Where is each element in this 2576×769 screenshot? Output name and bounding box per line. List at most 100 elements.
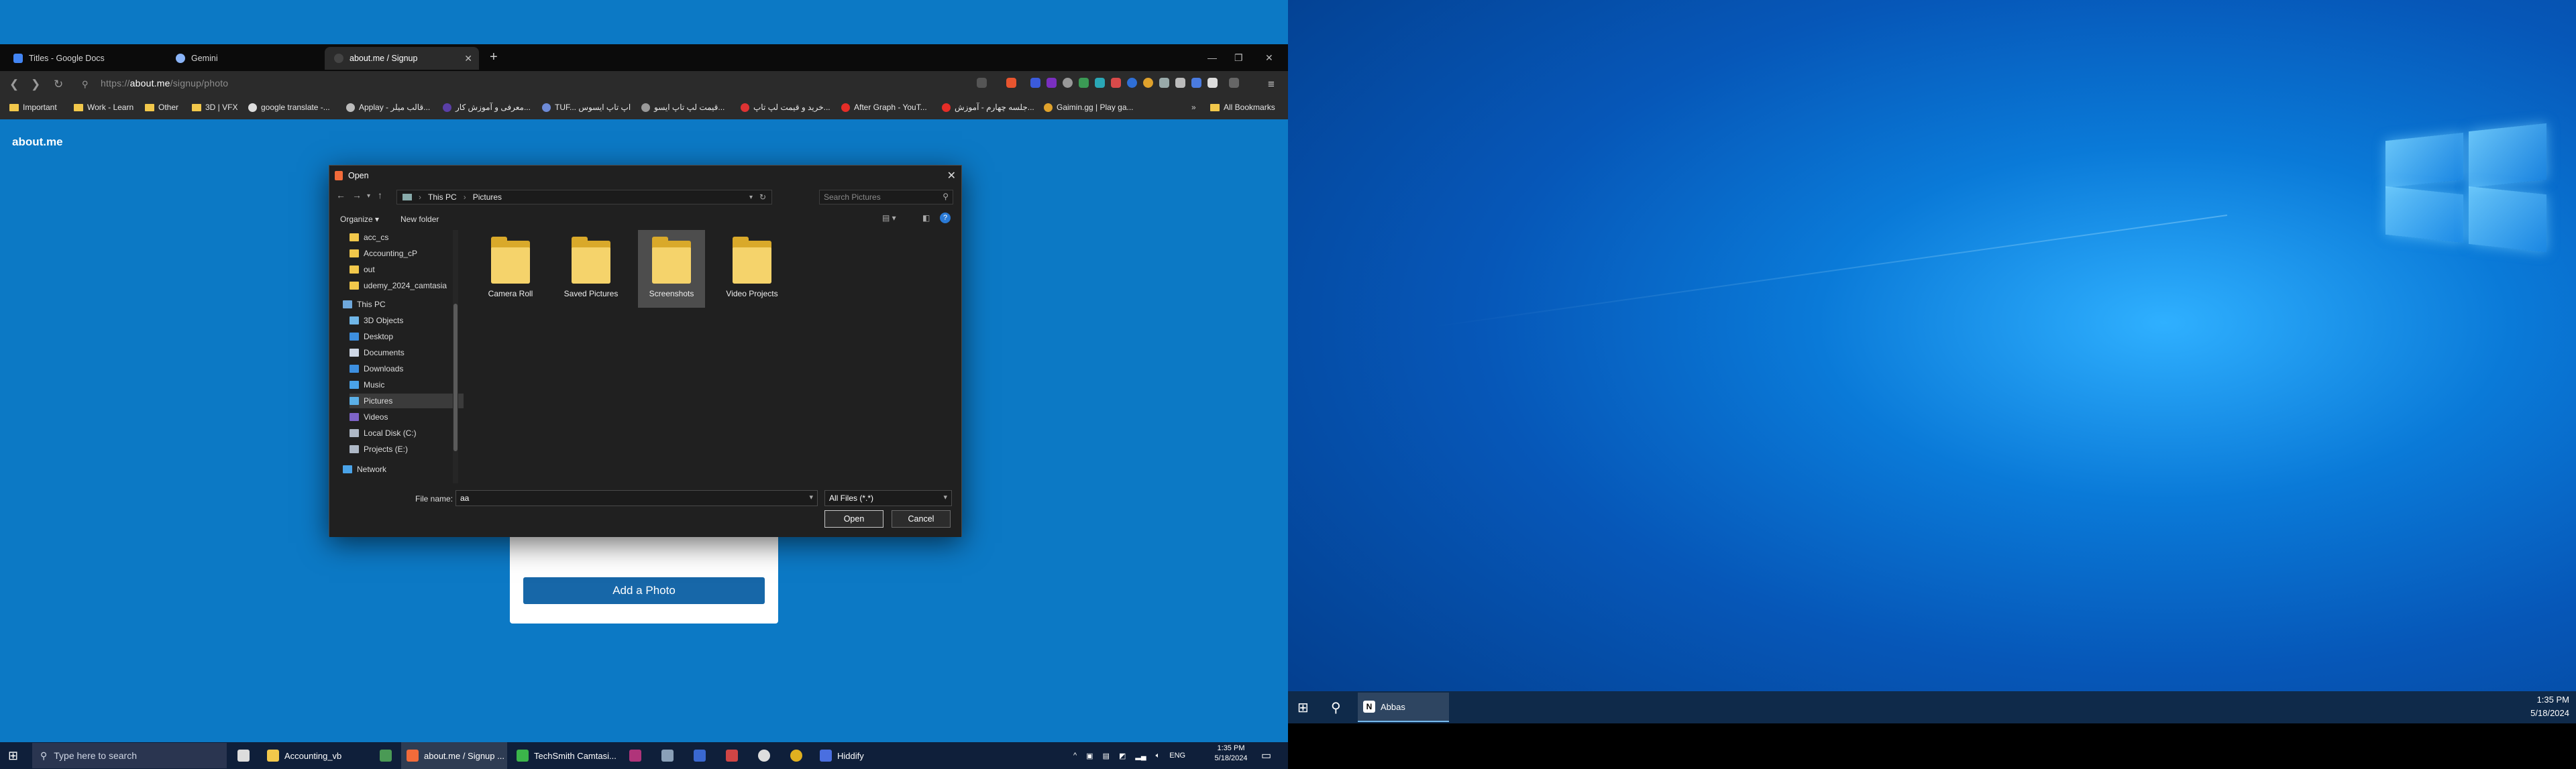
- extension-icon[interactable]: [1159, 78, 1169, 88]
- bookmark-link[interactable]: google translate -...: [248, 103, 330, 112]
- bookmark-link[interactable]: After Graph - YouT...: [841, 103, 927, 112]
- taskbar-app[interactable]: [656, 742, 679, 769]
- extension-icon[interactable]: [1030, 78, 1040, 88]
- tab-google-docs[interactable]: Titles - Google Docs: [4, 47, 158, 70]
- bookmark-link[interactable]: TUF... اپ تاپ ایسوس: [542, 103, 631, 112]
- taskbar-item[interactable]: Accounting_vb: [262, 742, 382, 769]
- scrollbar-thumb[interactable]: [453, 304, 458, 451]
- new-folder-button[interactable]: New folder: [400, 215, 439, 224]
- all-bookmarks[interactable]: All Bookmarks: [1210, 103, 1275, 112]
- tree-item[interactable]: Projects (E:): [350, 442, 464, 457]
- bookmark-link[interactable]: قیمت لپ تاپ ایسو...: [641, 103, 724, 112]
- extension-icon[interactable]: [1095, 78, 1105, 88]
- view-options-icon[interactable]: ▤ ▾: [882, 213, 896, 223]
- tree-item[interactable]: Music: [350, 377, 464, 392]
- bookmark-link[interactable]: خرید و قیمت لپ تاپ...: [741, 103, 830, 112]
- extension-icon[interactable]: [1208, 78, 1218, 88]
- extension-icon[interactable]: [1143, 78, 1153, 88]
- refresh-icon[interactable]: ↻: [759, 192, 766, 202]
- recent-locations-icon[interactable]: ▾: [367, 192, 370, 200]
- help-icon[interactable]: ?: [940, 213, 951, 223]
- extension-icon[interactable]: [1175, 78, 1185, 88]
- chevron-down-icon[interactable]: ▾: [749, 194, 753, 201]
- taskbar-item-browser[interactable]: about.me / Signup ...: [401, 742, 507, 769]
- navigation-scrollbar[interactable]: [453, 230, 458, 483]
- open-button[interactable]: Open: [824, 510, 883, 528]
- taskbar-app[interactable]: [753, 742, 775, 769]
- close-icon[interactable]: ✕: [947, 169, 956, 182]
- up-icon[interactable]: ↑: [378, 190, 382, 200]
- tree-item[interactable]: out: [350, 262, 464, 277]
- bookmark-link[interactable]: Gaimin.gg | Play ga...: [1044, 103, 1134, 112]
- tree-item[interactable]: Videos: [350, 410, 464, 424]
- brave-shield-icon[interactable]: [1006, 78, 1016, 88]
- maximize-button[interactable]: ❐: [1234, 52, 1243, 64]
- taskbar-search[interactable]: ⚲ Type here to search: [32, 743, 227, 768]
- breadcrumb[interactable]: › This PC › Pictures ▾ ↻: [396, 190, 772, 204]
- bookmark-folder[interactable]: Other: [145, 103, 178, 112]
- file-type-select[interactable]: All Files (*.*) ▾: [824, 490, 952, 506]
- extension-icon[interactable]: [1079, 78, 1089, 88]
- taskbar-app[interactable]: [624, 742, 647, 769]
- tray-app-icon[interactable]: ▣: [1086, 752, 1093, 760]
- tree-item[interactable]: 3D Objects: [350, 313, 464, 328]
- start-button[interactable]: ⊞: [1292, 694, 1314, 721]
- add-photo-button[interactable]: Add a Photo: [523, 577, 765, 604]
- folder-item-selected[interactable]: Screenshots: [638, 230, 705, 308]
- taskbar-item[interactable]: TechSmith Camtasi...: [511, 742, 619, 769]
- extension-icon[interactable]: [1127, 78, 1137, 88]
- bookmark-link[interactable]: جلسه چهارم - آموزش...: [942, 103, 1034, 112]
- file-name-input[interactable]: aa ▾: [455, 490, 818, 506]
- folder-item[interactable]: Camera Roll: [477, 230, 544, 308]
- tab-gemini[interactable]: Gemini: [166, 47, 321, 70]
- taskbar-item-notion[interactable]: N Abbas: [1358, 693, 1449, 722]
- tray-expand-icon[interactable]: ^: [1073, 752, 1077, 760]
- language-indicator[interactable]: ENG: [1169, 752, 1185, 760]
- bookmark-folder[interactable]: Important: [9, 103, 57, 112]
- forward-icon[interactable]: ❯: [31, 78, 40, 91]
- extension-icon[interactable]: [1191, 78, 1201, 88]
- close-tab-icon[interactable]: ✕: [464, 53, 472, 64]
- taskbar-clock[interactable]: 1:35 PM 5/18/2024: [1208, 744, 1254, 764]
- taskbar-app[interactable]: [374, 742, 397, 769]
- tree-item[interactable]: Accounting_cP: [350, 246, 464, 261]
- preview-pane-icon[interactable]: ◧: [922, 213, 930, 223]
- extension-icon[interactable]: [1063, 78, 1073, 88]
- more-bookmarks-icon[interactable]: »: [1191, 103, 1196, 112]
- reload-icon[interactable]: ↻: [54, 78, 63, 91]
- tray-app-icon[interactable]: ◩: [1119, 752, 1126, 760]
- breadcrumb-item[interactable]: This PC: [428, 192, 457, 202]
- start-button[interactable]: ⊞: [3, 742, 23, 769]
- bookmark-folder[interactable]: Work - Learn: [74, 103, 133, 112]
- tree-item-this-pc[interactable]: This PC: [343, 297, 457, 312]
- bookmark-link[interactable]: معرفی و آموزش کار...: [443, 103, 531, 112]
- taskbar-app[interactable]: [688, 742, 711, 769]
- tree-item[interactable]: Local Disk (C:): [350, 426, 464, 440]
- tree-item[interactable]: udemy_2024_camtasia: [350, 278, 464, 293]
- taskbar-clock[interactable]: 1:35 PM 5/18/2024: [2516, 693, 2573, 720]
- tree-item[interactable]: Desktop: [350, 329, 464, 344]
- tree-item[interactable]: acc_cs: [350, 230, 464, 245]
- taskbar-app[interactable]: [785, 742, 808, 769]
- address-bar[interactable]: https://about.me/signup/photo: [101, 78, 228, 88]
- back-icon[interactable]: ❮: [9, 78, 19, 91]
- menu-icon[interactable]: ≡: [1268, 78, 1275, 91]
- chevron-down-icon[interactable]: ▾: [809, 493, 813, 501]
- close-window-button[interactable]: ✕: [1265, 52, 1273, 64]
- sidebar-icon[interactable]: [1229, 78, 1239, 88]
- volume-icon[interactable]: 🔈︎: [1156, 752, 1161, 760]
- share-icon[interactable]: [977, 78, 987, 88]
- extension-icon[interactable]: [1046, 78, 1057, 88]
- organize-button[interactable]: Organize ▾: [340, 215, 379, 224]
- system-tray[interactable]: ^ ▣ ▤ ◩ ▂▄ 🔈︎ ENG: [1073, 742, 1185, 769]
- task-view-button[interactable]: [232, 742, 255, 769]
- site-info-icon[interactable]: ⚲: [82, 79, 89, 90]
- taskbar-app[interactable]: [720, 742, 743, 769]
- minimize-button[interactable]: —: [1208, 52, 1217, 63]
- new-tab-button[interactable]: +: [490, 50, 498, 65]
- tree-item[interactable]: Downloads: [350, 361, 464, 376]
- search-icon[interactable]: ⚲: [1326, 694, 1346, 721]
- extension-icon[interactable]: [1111, 78, 1121, 88]
- tree-item[interactable]: Documents: [350, 345, 464, 360]
- cancel-button[interactable]: Cancel: [892, 510, 951, 528]
